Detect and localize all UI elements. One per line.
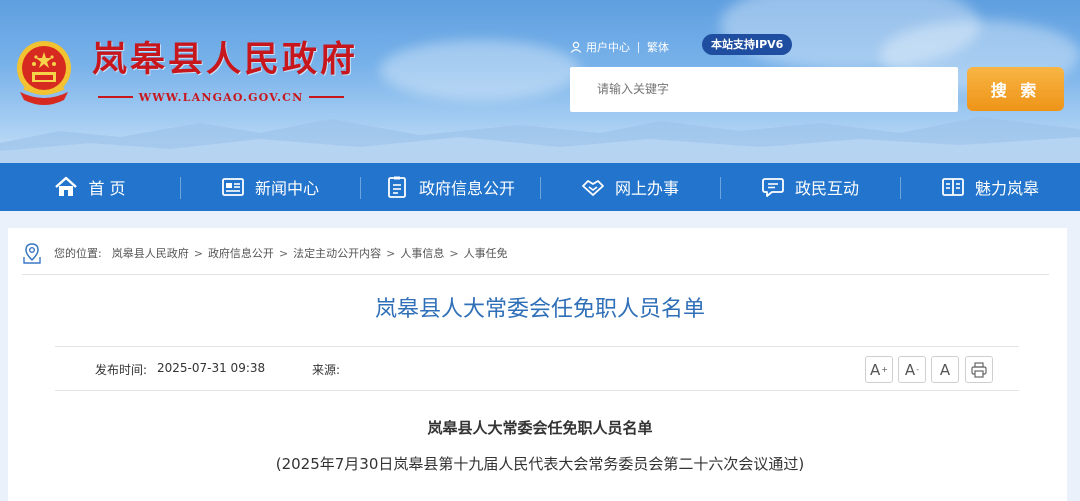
search-input[interactable] bbox=[570, 67, 958, 112]
breadcrumb-separator: > bbox=[278, 246, 289, 260]
font-reset-button[interactable]: A bbox=[931, 356, 959, 383]
breadcrumb-prefix: 您的位置: bbox=[54, 247, 102, 260]
document-list-icon bbox=[388, 176, 406, 198]
nav-label: 政民互动 bbox=[794, 179, 859, 198]
nav-item-news[interactable]: 新闻中心 bbox=[180, 163, 360, 211]
search-button[interactable]: 搜 索 bbox=[967, 67, 1064, 111]
site-url: WWW.LANGAO.GOV.CN bbox=[92, 89, 350, 105]
nav-label: 政府信息公开 bbox=[418, 179, 515, 198]
nav-label: 网上办事 bbox=[614, 179, 679, 198]
plus-icon: + bbox=[881, 365, 888, 374]
newspaper-icon bbox=[222, 178, 244, 196]
user-center-link[interactable]: 用户中心 bbox=[586, 39, 630, 55]
nav-item-home[interactable]: 首 页 bbox=[0, 163, 180, 211]
nav-item-interaction[interactable]: 政民互动 bbox=[720, 163, 900, 211]
breadcrumb-separator: > bbox=[386, 246, 396, 260]
user-icon bbox=[570, 41, 582, 53]
nav-label: 魅力岚皋 bbox=[974, 179, 1039, 198]
breadcrumb-item[interactable]: 岚皋县人民政府 bbox=[112, 245, 189, 261]
font-increase-button[interactable]: A + bbox=[865, 356, 893, 383]
breadcrumb-item[interactable]: 人事任免 bbox=[464, 245, 508, 261]
document-heading: 岚皋县人大常委会任免职人员名单 bbox=[427, 419, 653, 437]
traditional-chinese-link[interactable]: 繁体 bbox=[647, 39, 669, 55]
publish-label: 发布时间: bbox=[95, 363, 148, 377]
site-title: 岚皋县人民政府 bbox=[92, 39, 359, 80]
font-decrease-label: A bbox=[904, 360, 916, 379]
breadcrumb-separator: > bbox=[449, 246, 459, 260]
nav-label: 新闻中心 bbox=[254, 179, 319, 198]
user-bar: 用户中心 繁体 bbox=[570, 38, 669, 56]
document-subheading: (2025年7月30日岚皋县第十九届人民代表大会常务委员会第二十六次会议通过) bbox=[275, 455, 805, 473]
site-header: 岚皋县人民政府 WWW.LANGAO.GOV.CN 用户中心 繁体 本站支持IP… bbox=[0, 0, 1080, 163]
location-pin-icon bbox=[23, 243, 41, 264]
print-button[interactable] bbox=[965, 356, 993, 383]
font-decrease-button[interactable]: A- bbox=[898, 356, 926, 383]
nav-item-gov-info[interactable]: 政府信息公开 bbox=[360, 163, 540, 211]
chat-icon bbox=[762, 178, 784, 197]
article-title: 岚皋县人大常委会任免职人员名单 bbox=[374, 297, 705, 322]
article-meta-bar: 发布时间: 2025-07-31 09:38 来源: A + A- A bbox=[55, 346, 1019, 391]
nav-label: 首 页 bbox=[88, 179, 126, 198]
font-increase-label: A bbox=[870, 360, 881, 379]
cloud-decoration bbox=[380, 40, 580, 100]
main-nav: 首 页 新闻中心 政府信息公开 网上办事 政民互动 魅力岚皋 bbox=[0, 163, 1080, 211]
ipv6-badge: 本站支持IPV6 bbox=[702, 34, 793, 55]
minus-icon: - bbox=[916, 365, 920, 374]
divider bbox=[22, 274, 1049, 275]
nav-item-online-service[interactable]: 网上办事 bbox=[540, 163, 720, 211]
handshake-icon bbox=[582, 180, 604, 196]
breadcrumb-item[interactable]: 法定主动公开内容 bbox=[293, 245, 381, 261]
divider bbox=[638, 41, 639, 53]
breadcrumb: 您的位置: 岚皋县人民政府 > 政府信息公开 > 法定主动公开内容 > 人事信息… bbox=[22, 242, 508, 264]
breadcrumb-item[interactable]: 人事信息 bbox=[400, 245, 444, 261]
national-emblem-icon bbox=[17, 41, 71, 105]
book-icon bbox=[942, 178, 964, 196]
font-reset-label: A bbox=[939, 360, 951, 379]
publish-time: 2025-07-31 09:38 bbox=[157, 361, 266, 375]
nav-item-charm-langao[interactable]: 魅力岚皋 bbox=[900, 163, 1080, 211]
breadcrumb-item[interactable]: 政府信息公开 bbox=[208, 245, 274, 261]
source-label: 来源: bbox=[312, 363, 341, 377]
home-icon bbox=[55, 176, 78, 196]
breadcrumb-separator: > bbox=[193, 246, 203, 260]
printer-icon bbox=[971, 361, 987, 378]
